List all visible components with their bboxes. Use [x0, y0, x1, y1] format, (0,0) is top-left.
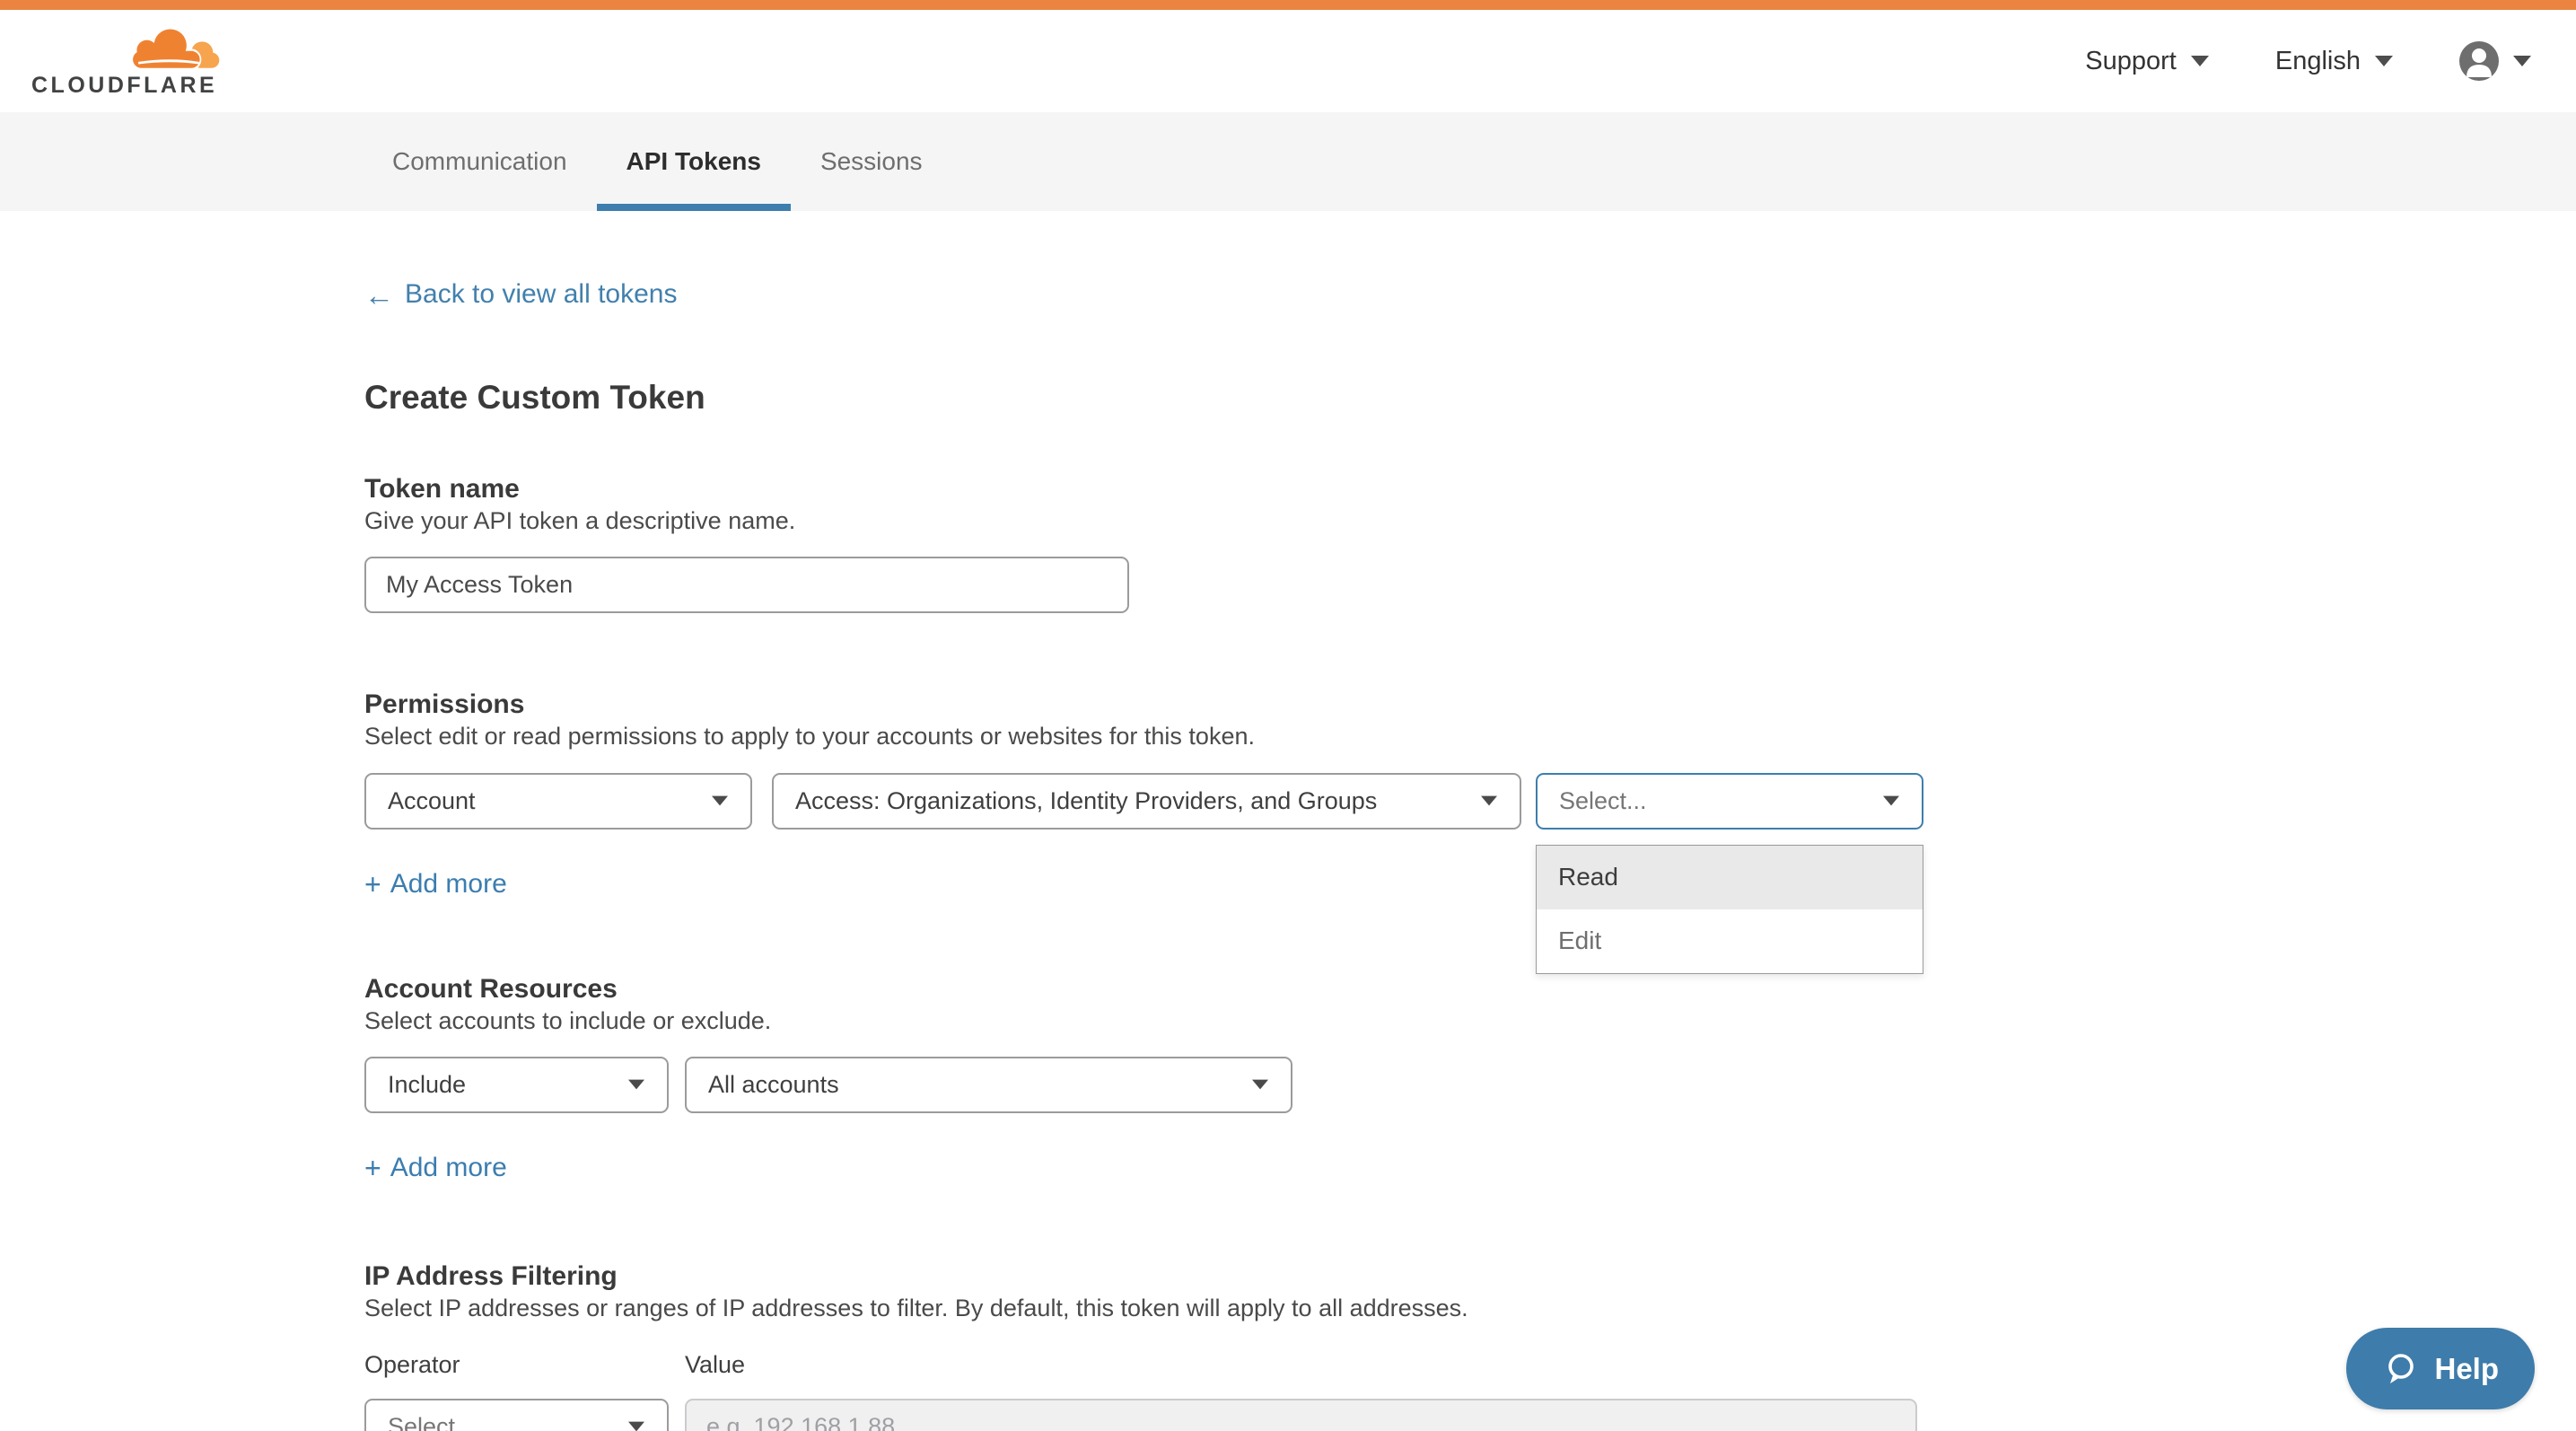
tab-api-tokens[interactable]: API Tokens — [597, 112, 791, 211]
account-menu[interactable] — [2459, 41, 2531, 81]
permission-resource-select[interactable]: Access: Organizations, Identity Provider… — [772, 773, 1521, 830]
plus-icon: + — [364, 1154, 381, 1182]
account-resources-heading: Account Resources — [364, 973, 2576, 1005]
page-title: Create Custom Token — [364, 378, 2576, 417]
account-resources-section: Account Resources Select accounts to inc… — [364, 973, 2576, 1183]
plus-icon: + — [364, 870, 381, 899]
chevron-down-icon — [2375, 56, 2393, 66]
chevron-down-icon — [1883, 796, 1899, 806]
permission-level-menu: Read Edit — [1536, 845, 1923, 974]
back-to-tokens-link[interactable]: ← Back to view all tokens — [364, 279, 677, 310]
permissions-description: Select edit or read permissions to apply… — [364, 721, 2576, 752]
back-arrow-icon: ← — [364, 280, 394, 310]
ip-operator-placeholder: Select... — [388, 1413, 476, 1431]
menu-option-read[interactable]: Read — [1537, 846, 1923, 909]
help-button[interactable]: Help — [2346, 1328, 2535, 1409]
main-content: ← Back to view all tokens Create Custom … — [0, 211, 2576, 1431]
token-name-heading: Token name — [364, 473, 2576, 505]
ip-filtering-heading: IP Address Filtering — [364, 1260, 2576, 1293]
chevron-down-icon — [2191, 56, 2209, 66]
language-dropdown[interactable]: English — [2275, 47, 2393, 76]
permission-level-placeholder: Select... — [1559, 787, 1647, 815]
help-button-label: Help — [2434, 1352, 2499, 1386]
cloudflare-wordmark: CLOUDFLARE — [31, 75, 222, 97]
add-more-label: Add more — [390, 1153, 507, 1183]
back-link-label: Back to view all tokens — [405, 279, 677, 310]
chevron-down-icon — [1252, 1080, 1268, 1090]
token-name-section: Token name Give your API token a descrip… — [364, 473, 2576, 613]
ip-value-input[interactable] — [685, 1399, 1917, 1431]
cloudflare-logo[interactable]: CLOUDFLARE — [31, 26, 222, 97]
resource-accounts-select[interactable]: All accounts — [685, 1057, 1292, 1113]
ip-filtering-section: IP Address Filtering Select IP addresses… — [364, 1260, 2576, 1431]
tab-bar: Communication API Tokens Sessions — [0, 112, 2576, 211]
resource-mode-select[interactable]: Include — [364, 1057, 669, 1113]
token-name-input[interactable] — [364, 557, 1129, 613]
resource-mode-value: Include — [388, 1071, 466, 1099]
tab-communication[interactable]: Communication — [363, 112, 597, 211]
support-dropdown[interactable]: Support — [2085, 47, 2209, 76]
operator-label: Operator — [364, 1351, 685, 1379]
chevron-down-icon — [628, 1080, 644, 1090]
chevron-down-icon — [1481, 796, 1497, 806]
resource-accounts-value: All accounts — [708, 1071, 839, 1099]
account-resources-description: Select accounts to include or exclude. — [364, 1005, 2576, 1037]
chevron-down-icon — [712, 796, 728, 806]
brand-top-bar — [0, 0, 2576, 10]
permission-resource-value: Access: Organizations, Identity Provider… — [795, 787, 1377, 815]
permissions-section: Permissions Select edit or read permissi… — [364, 689, 2576, 899]
resources-add-more-link[interactable]: + Add more — [364, 1153, 507, 1183]
header: CLOUDFLARE Support English — [0, 10, 2576, 112]
token-name-description: Give your API token a descriptive name. — [364, 505, 2576, 537]
permission-scope-value: Account — [388, 787, 476, 815]
chat-bubble-icon — [2382, 1351, 2418, 1387]
cloudflare-cloud-icon — [127, 26, 222, 73]
ip-operator-select[interactable]: Select... — [364, 1399, 669, 1431]
support-label: Support — [2085, 47, 2177, 76]
chevron-down-icon — [628, 1422, 644, 1431]
permissions-heading: Permissions — [364, 689, 2576, 721]
user-avatar-icon — [2459, 41, 2499, 81]
add-more-label: Add more — [390, 869, 507, 900]
menu-option-edit[interactable]: Edit — [1537, 909, 1923, 973]
chevron-down-icon — [2513, 56, 2531, 66]
permission-scope-select[interactable]: Account — [364, 773, 752, 830]
permissions-add-more-link[interactable]: + Add more — [364, 869, 507, 900]
value-label: Value — [685, 1351, 745, 1379]
tab-sessions[interactable]: Sessions — [791, 112, 952, 211]
permission-level-select[interactable]: Select... Read Edit — [1536, 773, 1923, 830]
ip-filtering-description: Select IP addresses or ranges of IP addr… — [364, 1293, 2576, 1324]
language-label: English — [2275, 47, 2361, 76]
